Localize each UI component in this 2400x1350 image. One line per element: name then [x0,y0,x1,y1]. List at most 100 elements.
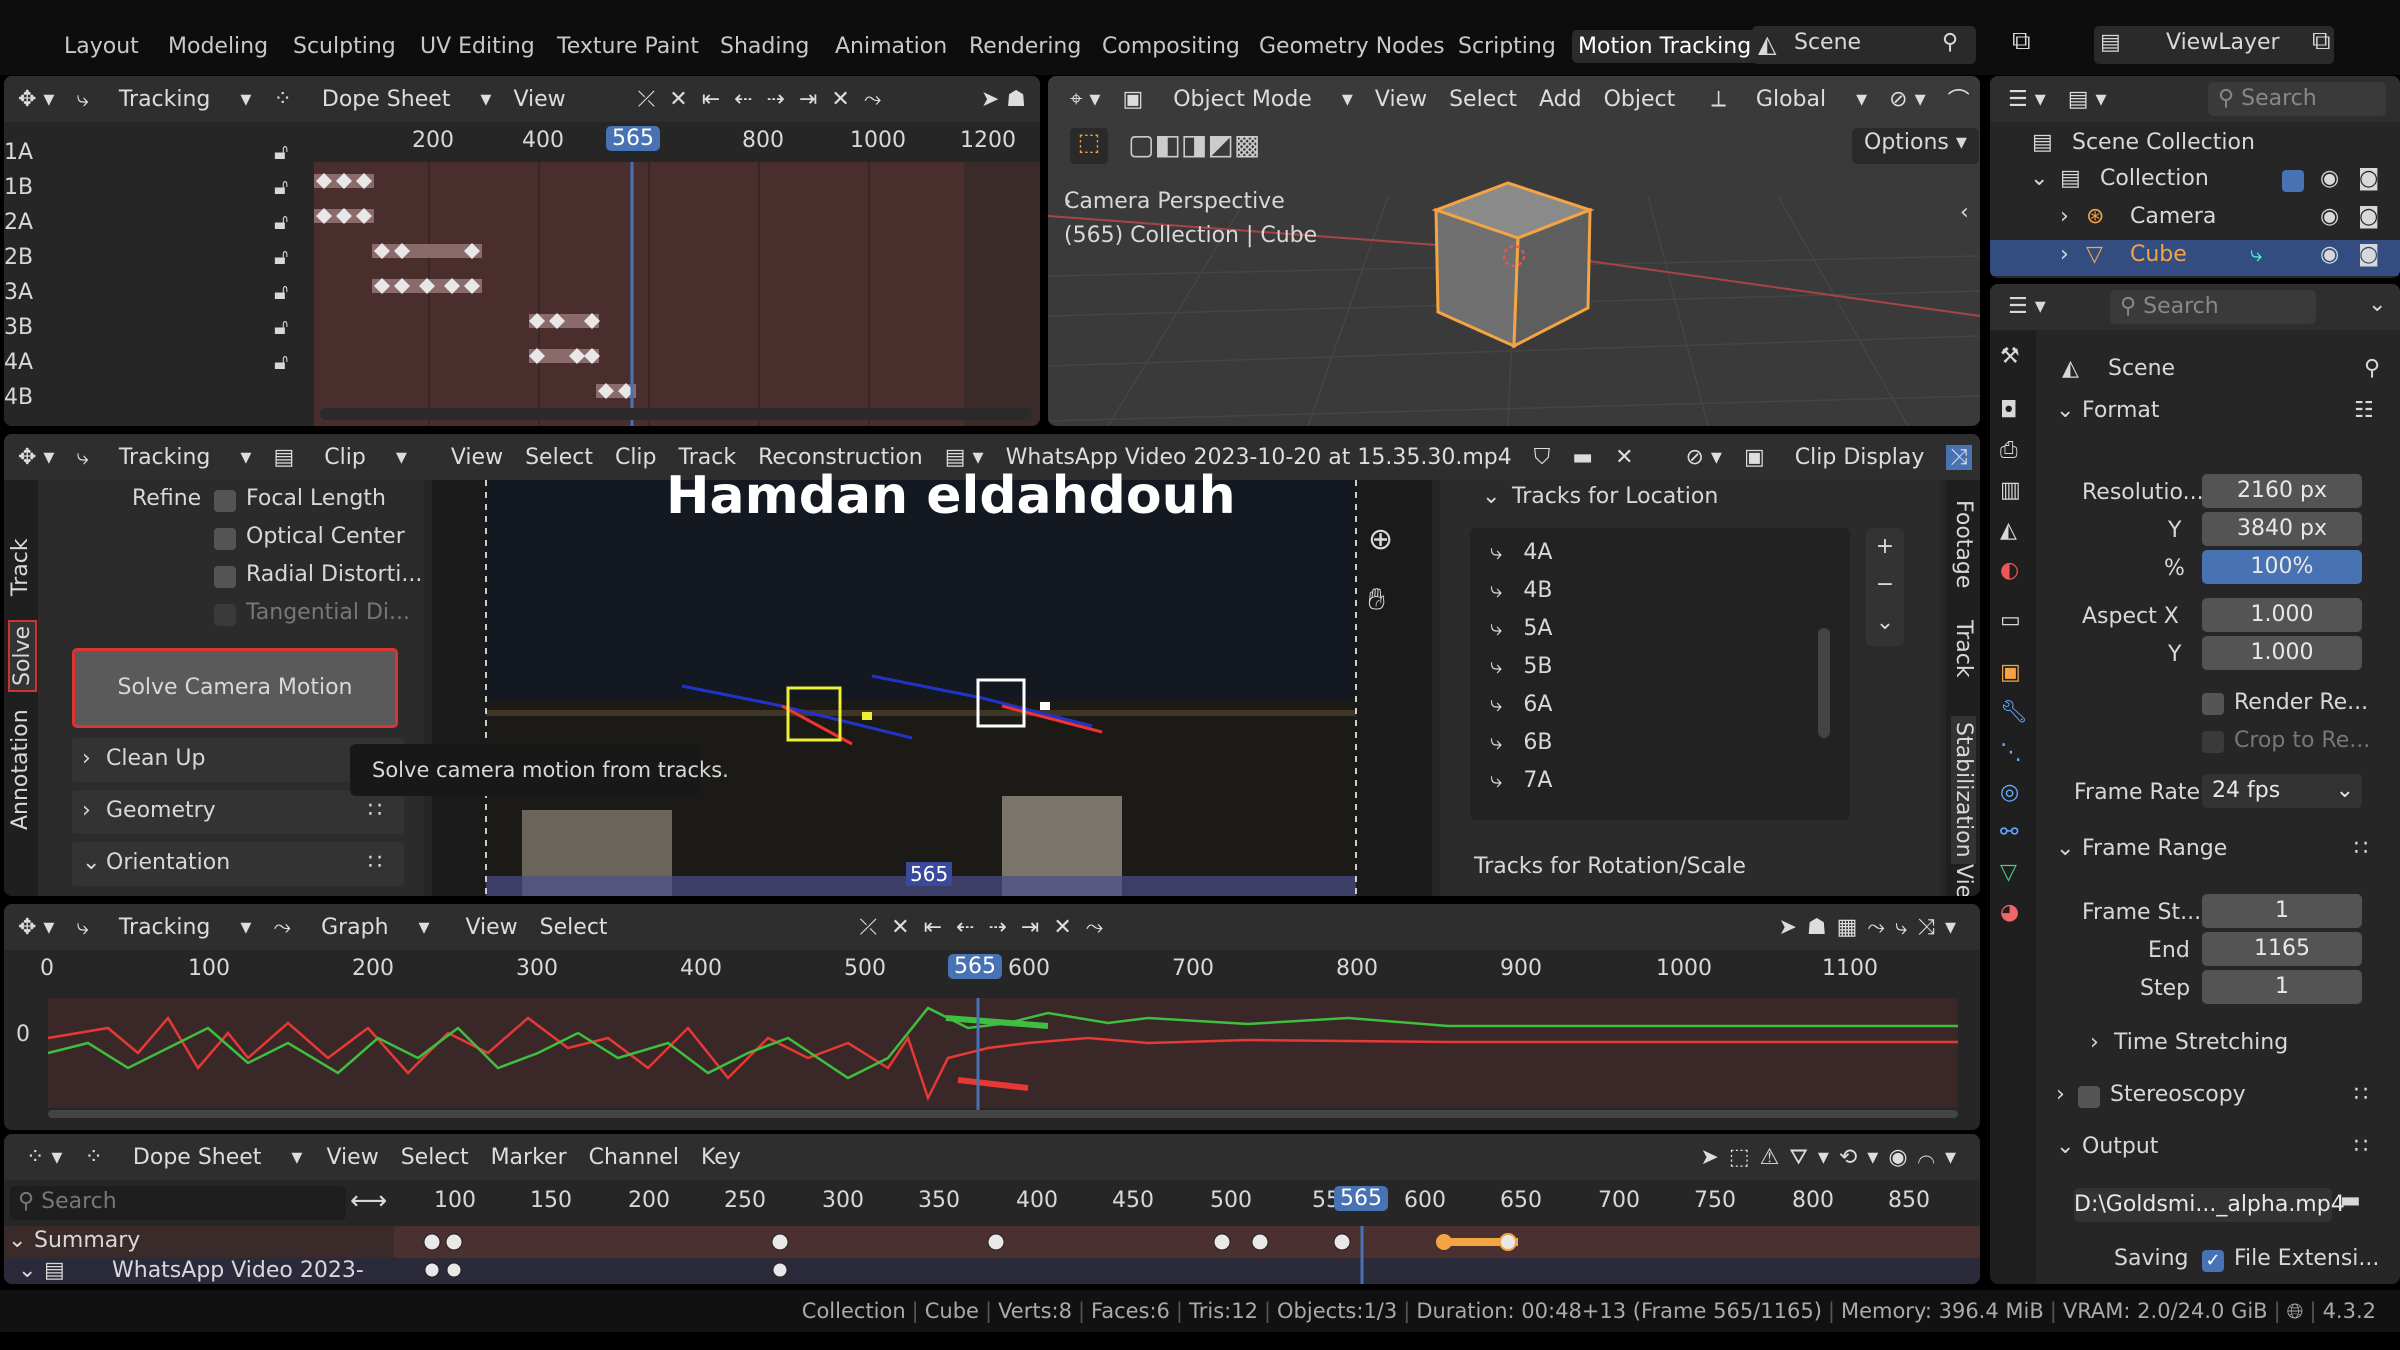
frame-end-field[interactable]: 1165 [2202,932,2362,966]
drag-handle-icon[interactable]: ∷ [368,850,382,875]
clip-menu[interactable]: Clip [615,445,657,470]
tab-solve[interactable]: Solve [8,619,37,692]
chevron-down-icon[interactable]: ⌄ [1482,484,1500,509]
chevron-down-icon[interactable]: ⌄ [2368,292,2386,317]
presets-icon[interactable]: ☷ [2354,398,2374,423]
tab-motion-tracking[interactable]: Motion Tracking [1572,30,1758,63]
summary-channel[interactable]: ⌄ Summary [4,1226,394,1258]
scene-selector[interactable]: ◭ Scene ⚲ [1752,26,1976,64]
pin-icon[interactable]: ⚲ [1942,30,1958,55]
graph-view-dropdown[interactable]: ⤳ Graph ▾ [273,915,443,940]
drag-handle-icon[interactable]: ∷ [368,798,382,823]
frame-step-field[interactable]: 1 [2202,970,2362,1004]
tab-shading[interactable]: Shading [720,34,809,59]
clip-view-dropdown[interactable]: ▤ Clip ▾ [273,445,428,470]
tab-footage[interactable]: Footage [1951,500,1976,588]
orientation-panel[interactable]: ⌄ Orientation ∷ [72,842,404,886]
toolbar-icons[interactable]: ⤫✕⇤⇠⇢⇥✕⤳ [860,915,1118,940]
timeline-ruler[interactable]: 100 150 200 250 300 350 400 450 500 55 5… [394,1182,1980,1222]
particles-icon[interactable]: ⋱ [2000,740,2022,765]
chevron-down-icon[interactable]: ⌄ [8,1228,26,1253]
time-stretching-panel[interactable]: › Time Stretching [2074,1028,2374,1062]
frame-range-header[interactable]: ⌄ Frame Range ∷ [2044,834,2400,870]
tracks-location-list[interactable]: ⤷ 4A ⤷ 4B ⤷ 5A ⤷ 5B ⤷ 6A ⤷ 6B ⤷ 7A [1470,528,1850,820]
clip-display-dropdown[interactable]: ▣Clip Display ▾ [1744,445,1965,470]
select-menu[interactable]: Select [540,915,608,940]
channel-2b[interactable]: 2B 🔓︎ [4,245,314,275]
list-item[interactable]: ⤷ 5A [1490,616,1552,641]
focal-length-checkbox[interactable] [214,490,236,512]
object-icon[interactable]: ▣ [2000,660,2021,685]
chevron-down-icon[interactable]: ⌄ [1866,604,1904,642]
resolution-y-field[interactable]: 3840 px [2202,512,2362,546]
tangential-distortion-checkbox[interactable] [214,604,236,626]
lock-icon[interactable]: 🔓︎ [274,175,288,200]
current-frame-badge[interactable]: 565 [606,126,660,151]
new-scene-icon[interactable]: ⧉ [2012,26,2031,57]
current-frame-badge[interactable]: 565 [1334,1186,1388,1211]
list-item[interactable]: ⤷ 5B [1490,654,1552,679]
editor-type-icon[interactable]: ☰ ▾ [2008,87,2046,112]
editor-type-icon[interactable]: ✥ ▾ [18,915,54,940]
radial-distortion-checkbox[interactable] [214,566,236,588]
chevron-right-icon[interactable]: › [2060,204,2069,229]
drag-handle-icon[interactable]: ∷ [2354,1082,2368,1107]
remove-track-button[interactable]: − [1866,566,1904,604]
dopesheet-mode-dropdown[interactable]: ⁘ Dope Sheet ▾ [84,1145,304,1170]
eye-icon[interactable]: ◉ [2320,204,2339,229]
render-icon[interactable]: ◘ [2000,398,2017,423]
clip-canvas[interactable]: Hamdan eldahdouh 565 ⊕ ✋︎ [432,466,1432,896]
marker-menu[interactable]: Marker [491,1145,567,1170]
list-item[interactable]: ⤷ 6A [1490,692,1552,717]
outliner-row-camera[interactable]: › ⊛ Camera ◉ ◙ [1990,202,2400,238]
outliner-row-cube[interactable]: › ▽ Cube ⤷ ◉ ◙ [1990,240,2400,276]
proportional-icon[interactable]: ⊘ ▾ [1686,445,1722,470]
clip-channel[interactable]: ⌄ ▤ WhatsApp Video 2023-10-2 [4,1258,394,1284]
overlay-icon[interactable]: ⤨ [1945,444,1972,470]
editor-type-icon[interactable]: ☰ ▾ [2008,294,2046,319]
channel-4b[interactable]: 4B [4,385,314,415]
optical-center-checkbox[interactable] [214,528,236,550]
format-panel-header[interactable]: ⌄ Format ☷ [2044,396,2400,432]
tracking-mode-dropdown[interactable]: ⤷ Tracking ▾ [76,445,251,470]
lock-icon[interactable]: 🔓︎ [274,350,288,375]
list-scrollbar[interactable] [1818,628,1830,738]
list-item[interactable]: ⤷ 4B [1490,578,1552,603]
options-dropdown[interactable]: Options ▾ [1852,128,1979,164]
tool-icon[interactable]: ⚒ [2000,344,2020,369]
swap-icon[interactable]: ⟷ [350,1186,387,1216]
tab-texture-paint[interactable]: Texture Paint [557,34,699,59]
channel-search[interactable]: ⚲ Search [10,1186,346,1220]
view-menu[interactable]: View [451,445,503,470]
frame-rate-dropdown[interactable]: 24 fps ⌄ [2202,774,2362,808]
lock-icon[interactable]: 🔓︎ [274,210,288,235]
chevron-down-icon[interactable]: ⌄ [2030,166,2048,191]
stereoscopy-checkbox[interactable] [2078,1086,2100,1108]
tab-track-right[interactable]: Track [1951,620,1976,678]
resolution-percentage-field[interactable]: 100% [2202,550,2362,584]
outliner-row-collection[interactable]: ⌄ ▤ Collection ◉ ◙ [1990,164,2400,200]
pin-icon[interactable]: ⚲ [2364,356,2380,381]
channel-3a[interactable]: 3A 🔓︎ [4,280,314,310]
display-mode-icon[interactable]: ▤ ▾ [2068,87,2107,112]
editor-type-icon[interactable]: ⁘ ▾ [26,1145,62,1170]
lock-icon[interactable]: 🔓︎ [274,245,288,270]
chevron-right-icon[interactable]: › [2060,242,2069,267]
solve-camera-motion-button[interactable]: Solve Camera Motion [72,648,398,728]
select-menu[interactable]: Select [525,445,593,470]
world-icon[interactable]: ◐ [2000,558,2019,583]
tracking-mode-dropdown[interactable]: ⤷ Tracking ▾ [76,87,251,112]
add-track-button[interactable]: + [1866,528,1904,566]
tab-modeling[interactable]: Modeling [168,34,268,59]
properties-search[interactable]: ⚲ Search [2110,290,2316,324]
select-mode-icons[interactable]: ▢◧◨◩▩ [1128,128,1318,164]
tab-stabilization[interactable]: Stabilization [1951,716,1976,864]
tab-uv-editing[interactable]: UV Editing [420,34,535,59]
list-item[interactable]: ⤷ 7A [1490,768,1552,793]
tab-geometry-nodes[interactable]: Geometry Nodes [1259,34,1445,59]
tab-layout[interactable]: Layout [64,34,139,59]
output-icon[interactable]: ⎙ [2000,438,2018,463]
chevron-down-icon[interactable]: ⌄ [18,1258,36,1283]
aspect-y-field[interactable]: 1.000 [2202,636,2362,670]
physics-icon[interactable]: ◎ [2000,780,2019,805]
